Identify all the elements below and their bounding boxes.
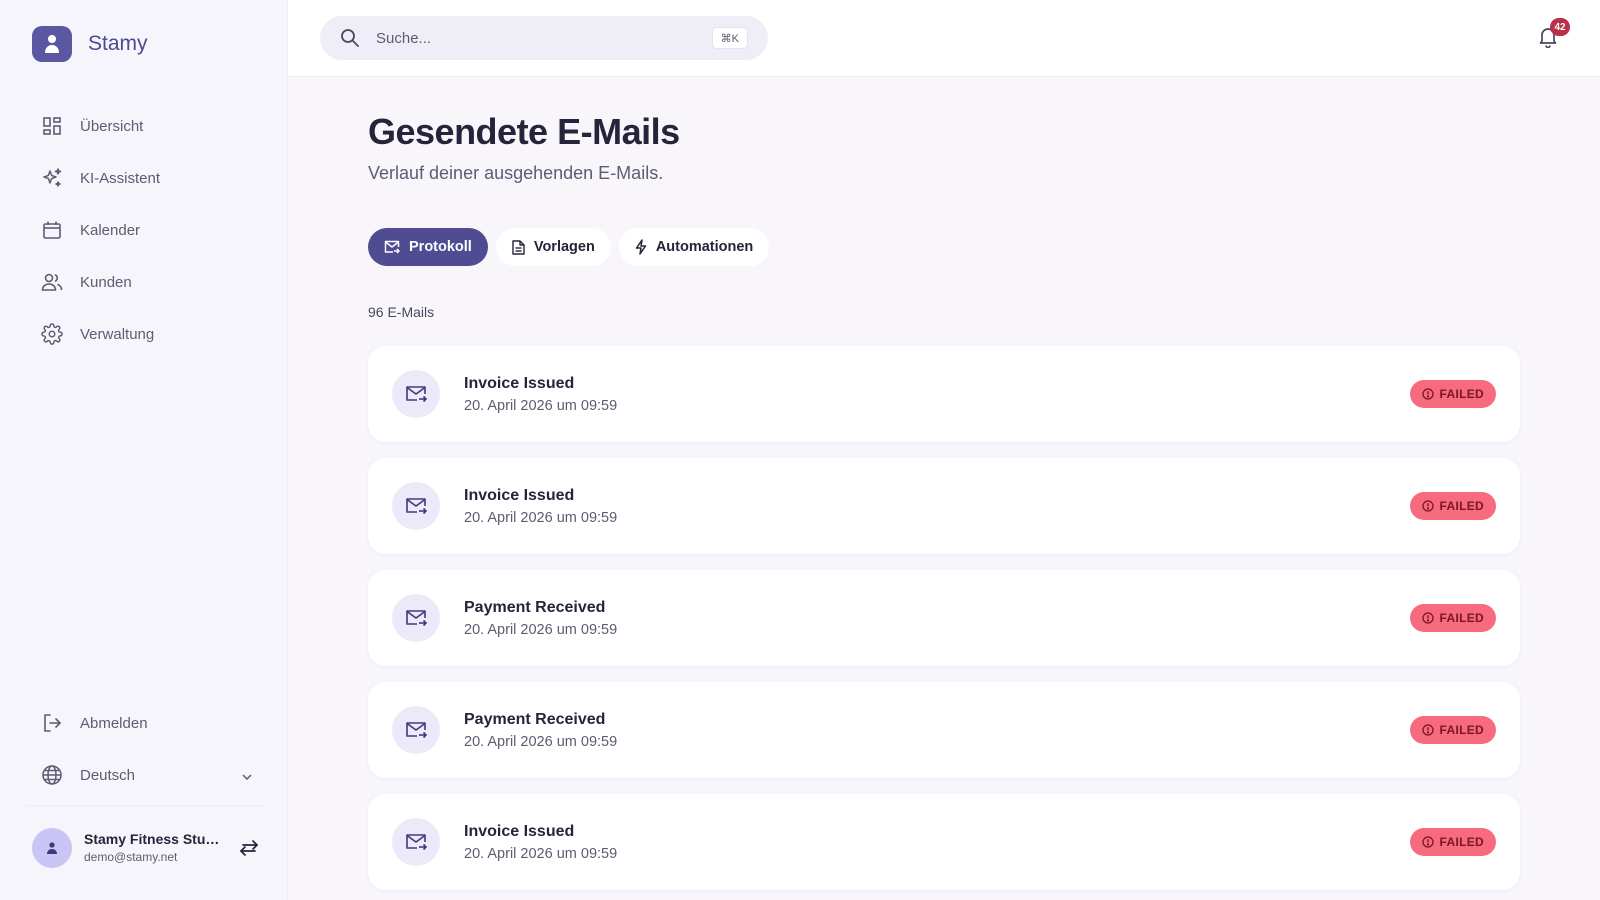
tab-bar: Protokoll Vorlagen Automationen xyxy=(368,228,1520,266)
sparkles-icon xyxy=(40,166,64,190)
email-title: Payment Received xyxy=(464,710,606,728)
email-list: Invoice Issued 20. April 2026 um 09:59 F… xyxy=(368,346,1520,890)
email-info: Payment Received 20. April 2026 um 09:59 xyxy=(464,599,617,638)
user-name: Stamy Fitness Studio xyxy=(84,831,224,847)
tab-label: Protokoll xyxy=(409,239,472,255)
mail-send-icon xyxy=(392,594,440,642)
avatar xyxy=(32,827,72,868)
tab-automations[interactable]: Automationen xyxy=(618,228,770,266)
language-select[interactable]: Deutsch xyxy=(30,749,260,801)
sidebar-item-overview[interactable]: Übersicht xyxy=(30,100,260,152)
status-text: FAILED xyxy=(1439,723,1484,737)
status-badge: FAILED xyxy=(1409,828,1496,856)
alert-circle-icon xyxy=(1421,500,1434,512)
alert-circle-icon xyxy=(1421,612,1434,624)
search-input[interactable] xyxy=(376,29,696,47)
email-title: Invoice Issued xyxy=(464,486,575,504)
mail-send-icon xyxy=(392,482,440,530)
search-bar[interactable]: ⌘K xyxy=(320,16,768,60)
dashboard-icon xyxy=(40,114,64,138)
sidebar-item-administration[interactable]: Verwaltung xyxy=(30,308,260,360)
page-subtitle: Verlauf deiner ausgehenden E-Mails. xyxy=(368,163,664,183)
status-badge: FAILED xyxy=(1409,604,1496,632)
gear-icon xyxy=(40,322,64,346)
email-row[interactable]: Payment Received 20. April 2026 um 09:59… xyxy=(368,682,1520,778)
users-icon xyxy=(40,270,64,294)
sidebar-item-customers[interactable]: Kunden xyxy=(30,256,260,308)
search-shortcut: ⌘K xyxy=(711,27,748,49)
sidebar-item-label: Kalender xyxy=(80,221,141,239)
document-icon xyxy=(512,239,525,255)
status-badge: FAILED xyxy=(1409,492,1496,520)
alert-circle-icon xyxy=(1421,388,1434,400)
email-title: Payment Received xyxy=(464,598,606,616)
status-text: FAILED xyxy=(1439,499,1484,513)
email-date: 20. April 2026 um 09:59 xyxy=(464,845,618,862)
logout-button[interactable]: Abmelden xyxy=(30,697,260,749)
email-info: Payment Received 20. April 2026 um 09:59 xyxy=(464,711,617,750)
brand-logo-icon xyxy=(32,26,72,62)
mail-send-icon xyxy=(384,240,400,254)
sidebar-item-label: KI-Assistent xyxy=(80,169,161,187)
sidebar-item-calendar[interactable]: Kalender xyxy=(30,204,260,256)
email-date: 20. April 2026 um 09:59 xyxy=(464,397,618,414)
globe-icon xyxy=(40,763,64,787)
sidebar-bottom: Abmelden Deutsch xyxy=(30,697,260,801)
email-title: Invoice Issued xyxy=(464,374,575,392)
mail-send-icon xyxy=(392,706,440,754)
email-date: 20. April 2026 um 09:59 xyxy=(464,509,618,526)
sidebar-item-label: Verwaltung xyxy=(80,325,155,343)
mail-send-icon xyxy=(392,818,440,866)
email-info: Invoice Issued 20. April 2026 um 09:59 xyxy=(464,375,617,414)
alert-circle-icon xyxy=(1421,836,1434,848)
search-icon xyxy=(340,28,360,48)
alert-circle-icon xyxy=(1421,724,1434,736)
email-count: 96 E-Mails xyxy=(368,304,435,320)
status-text: FAILED xyxy=(1439,611,1484,625)
tab-label: Vorlagen xyxy=(533,239,595,255)
topbar: ⌘K 42 xyxy=(288,0,1600,77)
mail-send-icon xyxy=(392,370,440,418)
tab-label: Automationen xyxy=(655,239,754,255)
brand[interactable]: Stamy xyxy=(32,26,148,62)
status-badge: FAILED xyxy=(1409,716,1496,744)
email-row[interactable]: Invoice Issued 20. April 2026 um 09:59 F… xyxy=(368,458,1520,554)
sidebar-item-label: Übersicht xyxy=(80,117,144,135)
switch-account-icon[interactable] xyxy=(238,839,260,857)
notification-badge: 42 xyxy=(1550,18,1570,36)
page-title: Gesendete E-Mails xyxy=(368,111,680,152)
email-row[interactable]: Payment Received 20. April 2026 um 09:59… xyxy=(368,570,1520,666)
sidebar-item-label: Kunden xyxy=(80,273,132,291)
email-info: Invoice Issued 20. April 2026 um 09:59 xyxy=(464,487,617,526)
brand-name: Stamy xyxy=(88,32,148,55)
tab-protocol[interactable]: Protokoll xyxy=(368,228,488,266)
chevron-down-icon xyxy=(242,767,252,784)
sidebar-nav: Übersicht KI-Assistent Kalender Kunden V… xyxy=(30,100,260,360)
main-content: Gesendete E-Mails Verlauf deiner ausgehe… xyxy=(368,77,1520,900)
user-info: Stamy Fitness Studio demo@stamy.net xyxy=(84,831,224,864)
user-profile[interactable]: Stamy Fitness Studio demo@stamy.net xyxy=(26,805,264,889)
logout-label: Abmelden xyxy=(80,714,148,732)
tab-templates[interactable]: Vorlagen xyxy=(495,228,611,266)
user-email: demo@stamy.net xyxy=(84,850,178,864)
status-text: FAILED xyxy=(1439,835,1484,849)
email-date: 20. April 2026 um 09:59 xyxy=(464,733,618,750)
email-row[interactable]: Invoice Issued 20. April 2026 um 09:59 F… xyxy=(368,794,1520,890)
sidebar-item-ai-assistant[interactable]: KI-Assistent xyxy=(30,152,260,204)
lightning-icon xyxy=(635,239,647,255)
email-info: Invoice Issued 20. April 2026 um 09:59 xyxy=(464,823,617,862)
email-row[interactable]: Invoice Issued 20. April 2026 um 09:59 F… xyxy=(368,346,1520,442)
email-date: 20. April 2026 um 09:59 xyxy=(464,621,618,638)
sidebar: Stamy Übersicht KI-Assistent Kalender Ku… xyxy=(0,0,288,900)
logout-icon xyxy=(40,711,64,735)
language-label: Deutsch xyxy=(80,766,136,784)
calendar-icon xyxy=(40,218,64,242)
status-text: FAILED xyxy=(1439,387,1484,401)
email-title: Invoice Issued xyxy=(464,822,575,840)
status-badge: FAILED xyxy=(1409,380,1496,408)
